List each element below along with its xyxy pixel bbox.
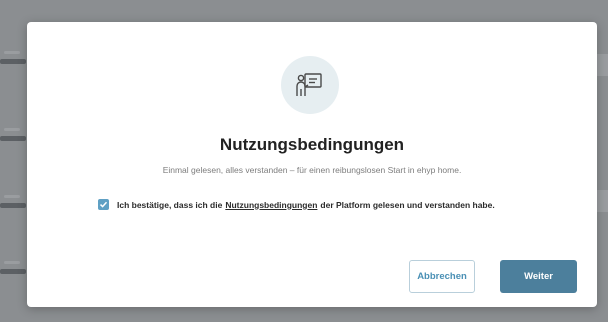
- terms-link[interactable]: Nutzungsbedingungen: [225, 200, 317, 210]
- presentation-user-icon: [281, 56, 339, 114]
- checkmark-icon: [99, 201, 108, 208]
- consent-text-before: Ich bestätige, dass ich die: [117, 199, 223, 210]
- consent-row: Ich bestätige, dass ich die Nutzungsbedi…: [98, 199, 495, 210]
- background-row: [0, 48, 30, 74]
- background-row: [0, 192, 30, 218]
- dialog-title: Nutzungsbedingungen: [219, 135, 405, 154]
- consent-checkbox[interactable]: [98, 199, 109, 210]
- background-row: [0, 258, 30, 284]
- consent-text-after: der Platform gelesen und verstanden habe…: [320, 199, 495, 210]
- dialog-subtitle: Einmal gelesen, alles verstanden – für e…: [162, 165, 462, 175]
- terms-dialog: Nutzungsbedingungen Einmal gelesen, alle…: [27, 22, 597, 307]
- next-button[interactable]: Weiter: [500, 260, 577, 293]
- background-row: [0, 125, 30, 151]
- cancel-button[interactable]: Abbrechen: [409, 260, 475, 293]
